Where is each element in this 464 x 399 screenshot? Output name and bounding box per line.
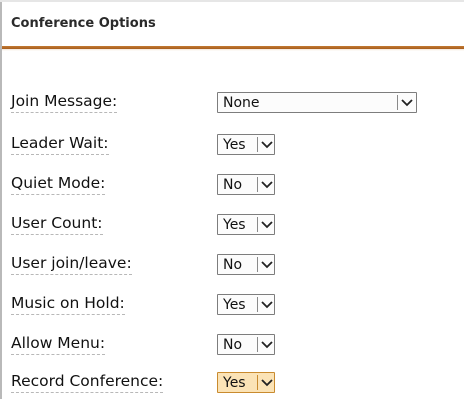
chevron-down-icon [261, 141, 273, 149]
user-join-leave-value: No [223, 257, 243, 273]
select-separator [257, 217, 258, 232]
chevron-down-icon [261, 261, 273, 269]
allow-menu-label: Allow Menu: [11, 334, 106, 355]
allow-menu-value: No [223, 337, 243, 353]
music-on-hold-label: Music on Hold: [11, 294, 125, 315]
select-separator [257, 177, 258, 192]
user-count-label: User Count: [11, 214, 103, 235]
select-separator [397, 95, 398, 110]
chevron-down-icon [261, 341, 273, 349]
chevron-down-icon [261, 379, 273, 387]
join-message-select[interactable]: None [217, 92, 417, 113]
chevron-down-icon [261, 181, 273, 189]
option-row-record-conference: Record Conference: Yes [0, 366, 464, 398]
chevron-down-icon [261, 221, 273, 229]
leader-wait-select[interactable]: Yes [217, 134, 275, 155]
quiet-mode-select[interactable]: No [217, 174, 275, 195]
user-count-select[interactable]: Yes [217, 214, 275, 235]
select-separator [257, 137, 258, 152]
chevron-down-icon [401, 99, 413, 107]
option-row-quiet-mode: Quiet Mode: No [0, 168, 464, 200]
option-row-music-on-hold: Music on Hold: Yes [0, 288, 464, 320]
join-message-value: None [223, 95, 260, 111]
quiet-mode-label: Quiet Mode: [11, 174, 106, 195]
music-on-hold-value: Yes [223, 297, 246, 313]
leader-wait-value: Yes [223, 137, 246, 153]
music-on-hold-select[interactable]: Yes [217, 294, 275, 315]
quiet-mode-value: No [223, 177, 243, 193]
panel-top-border [0, 0, 464, 2]
record-conference-value: Yes [223, 375, 246, 391]
option-row-user-count: User Count: Yes [0, 208, 464, 240]
select-separator [257, 375, 258, 390]
leader-wait-label: Leader Wait: [11, 134, 109, 155]
option-row-leader-wait: Leader Wait: Yes [0, 128, 464, 160]
join-message-label: Join Message: [11, 92, 118, 113]
select-separator [257, 337, 258, 352]
option-row-allow-menu: Allow Menu: No [0, 328, 464, 360]
panel-title: Conference Options [11, 16, 156, 31]
select-separator [257, 297, 258, 312]
record-conference-select[interactable]: Yes [217, 372, 275, 393]
select-separator [257, 257, 258, 272]
chevron-down-icon [261, 301, 273, 309]
record-conference-label: Record Conference: [11, 372, 164, 393]
option-row-join-message: Join Message: None [0, 86, 464, 118]
option-row-user-join-leave: User join/leave: No [0, 248, 464, 280]
title-divider-shadow [2, 49, 464, 51]
user-count-value: Yes [223, 217, 246, 233]
user-join-leave-label: User join/leave: [11, 254, 132, 275]
allow-menu-select[interactable]: No [217, 334, 275, 355]
user-join-leave-select[interactable]: No [217, 254, 275, 275]
